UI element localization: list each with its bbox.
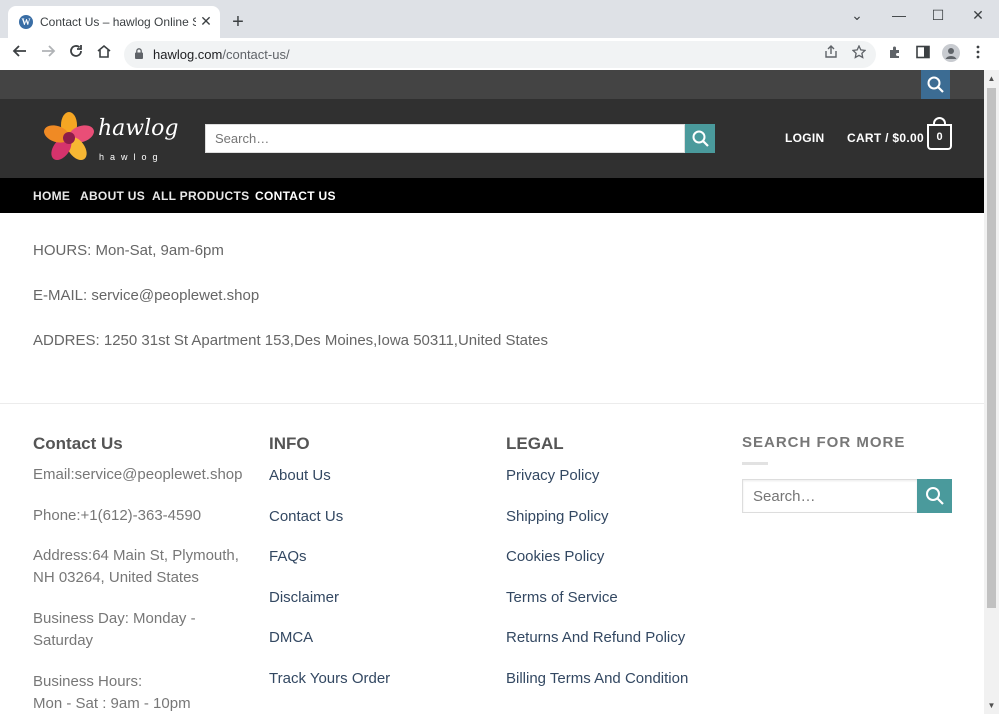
forward-icon[interactable] (37, 43, 59, 65)
profile-avatar-icon[interactable] (941, 44, 961, 64)
main-nav: HOME ABOUT US ALL PRODUCTS CONTACT US (0, 178, 984, 213)
tab-title: Contact Us – hawlog Online Shop (40, 15, 196, 29)
footer-link-shipping-policy[interactable]: Shipping Policy (506, 508, 609, 525)
footer-contact-title: Contact Us (33, 434, 123, 453)
tab-strip: W Contact Us – hawlog Online Shop ✕ + ⌄ … (0, 0, 999, 38)
footer-link-about-us[interactable]: About Us (269, 467, 331, 484)
footer-business-hours-2: Mon - Sat : 9am - 10pm (33, 695, 191, 712)
footer-link-track-order[interactable]: Track Yours Order (269, 670, 390, 687)
close-window-button[interactable]: ✕ (965, 6, 991, 24)
scrollbar-thumb[interactable] (987, 88, 996, 608)
search-icon (926, 487, 944, 505)
tab-search-icon[interactable]: ⌄ (844, 6, 870, 24)
share-icon[interactable] (822, 45, 840, 63)
logo-wordmark: hawlog (98, 116, 179, 141)
footer-business-hours-1: Business Hours: (33, 673, 143, 690)
footer-link-dmca[interactable]: DMCA (269, 629, 313, 646)
footer-business-day-1: Business Day: Monday - (33, 610, 196, 627)
wordpress-icon: W (19, 15, 33, 29)
footer-link-privacy-policy[interactable]: Privacy Policy (506, 467, 599, 484)
side-panel-icon[interactable] (913, 44, 933, 64)
login-link[interactable]: LOGIN (785, 131, 825, 145)
footer-search-field[interactable] (742, 479, 918, 513)
nav-contact-us[interactable]: CONTACT US (255, 189, 336, 203)
close-tab-icon[interactable]: ✕ (198, 13, 214, 29)
nav-home[interactable]: HOME (33, 189, 70, 203)
footer-business-day-2: Saturday (33, 632, 94, 649)
bookmark-star-icon[interactable] (850, 44, 868, 63)
back-icon[interactable] (9, 43, 31, 65)
cart-link[interactable]: CART / $0.00 (847, 131, 924, 145)
footer-search-title-underline (742, 462, 768, 465)
address-bar[interactable]: hawlog.com/contact-us/ (124, 41, 876, 68)
footer-link-returns-refund[interactable]: Returns And Refund Policy (506, 629, 685, 646)
browser-chrome: W Contact Us – hawlog Online Shop ✕ + ⌄ … (0, 0, 999, 70)
new-tab-button[interactable]: + (228, 12, 248, 32)
footer-link-terms-of-service[interactable]: Terms of Service (506, 589, 618, 606)
flower-logo-icon (44, 112, 94, 161)
logo-subtitle: hawlog (99, 152, 164, 162)
search-icon (927, 76, 944, 93)
header-search-field[interactable] (205, 124, 685, 153)
top-bar (0, 70, 984, 99)
footer-email: Email:service@peoplewet.shop (33, 466, 243, 483)
footer-search-button[interactable] (917, 479, 952, 513)
footer-link-faqs[interactable]: FAQs (269, 548, 307, 565)
site-header: hawlog hawlog LOGIN CART / $0.00 0 (0, 99, 984, 178)
minimize-button[interactable]: — (886, 6, 912, 24)
hours-text: HOURS: Mon-Sat, 9am-6pm (33, 242, 224, 259)
footer-search-input[interactable] (743, 480, 917, 512)
page-scrollbar[interactable]: ▲ ▼ (984, 70, 999, 714)
url-text: hawlog.com/contact-us/ (153, 47, 290, 62)
address-text: ADDRES: 1250 31st St Apartment 153,Des M… (33, 332, 549, 349)
home-icon[interactable] (93, 43, 115, 65)
search-icon (692, 130, 709, 147)
extensions-icon[interactable] (885, 44, 905, 64)
browser-tab[interactable]: W Contact Us – hawlog Online Shop ✕ (8, 6, 220, 38)
nav-all-products[interactable]: ALL PRODUCTS (152, 189, 249, 203)
header-search-input[interactable] (206, 125, 684, 152)
site-logo[interactable]: hawlog hawlog (42, 112, 182, 167)
footer-legal-title: LEGAL (506, 434, 564, 453)
footer-link-disclaimer[interactable]: Disclaimer (269, 589, 339, 606)
footer-link-contact-us[interactable]: Contact Us (269, 508, 343, 525)
reload-icon[interactable] (65, 43, 87, 65)
footer-address-line-2: NH 03264, United States (33, 569, 199, 586)
footer-link-cookies-policy[interactable]: Cookies Policy (506, 548, 604, 565)
lock-icon (135, 48, 143, 59)
maximize-button[interactable]: ☐ (925, 6, 951, 24)
footer-address-line-1: Address:64 Main St, Plymouth, (33, 547, 239, 564)
footer-phone: Phone:+1(612)-363-4590 (33, 507, 202, 524)
header-search-button[interactable] (685, 124, 715, 153)
footer-link-billing-terms[interactable]: Billing Terms And Condition (506, 670, 688, 687)
section-divider (0, 403, 984, 404)
footer-info-title: INFO (269, 434, 310, 453)
scroll-down-arrow-icon[interactable]: ▼ (987, 701, 996, 710)
nav-about-us[interactable]: ABOUT US (80, 189, 145, 203)
footer-search-title: SEARCH FOR MORE (742, 434, 906, 451)
top-search-button[interactable] (921, 70, 950, 99)
page-viewport: hawlog hawlog LOGIN CART / $0.00 0 HOME … (0, 70, 984, 714)
scroll-up-arrow-icon[interactable]: ▲ (987, 74, 996, 83)
browser-toolbar: hawlog.com/contact-us/ (0, 38, 999, 70)
cart-count-badge[interactable]: 0 (927, 124, 952, 150)
email-text: E-MAIL: service@peoplewet.shop (33, 287, 260, 304)
browser-menu-icon[interactable] (968, 44, 988, 64)
